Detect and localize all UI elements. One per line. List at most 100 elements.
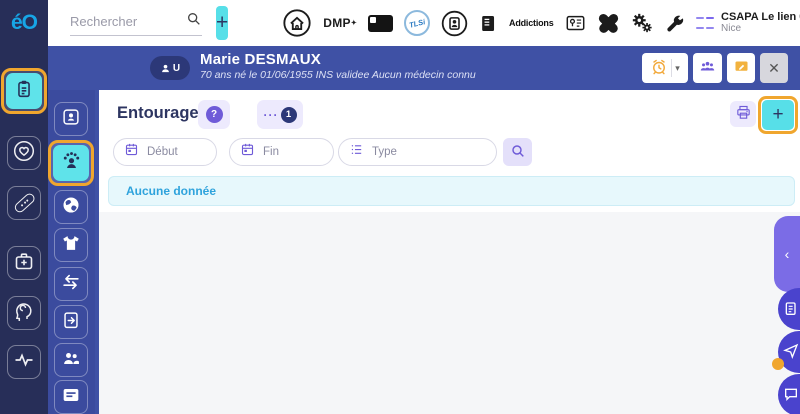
filter-debut xyxy=(113,138,217,166)
filter-search-button[interactable] xyxy=(503,138,532,166)
group-icon xyxy=(698,57,717,79)
sidebar-item-entourage-highlight xyxy=(48,140,94,186)
sidebar-item-globe[interactable] xyxy=(54,190,88,224)
global-search xyxy=(70,11,202,36)
filter-fin-input[interactable] xyxy=(263,146,328,158)
search-icon xyxy=(510,143,526,162)
sidebar-item-transfer[interactable] xyxy=(54,267,88,301)
document-icon xyxy=(783,300,799,318)
card-lines-icon xyxy=(60,384,82,411)
globe-icon xyxy=(60,194,82,221)
banner-actions: ▾ xyxy=(642,53,788,83)
patient-details: 70 ans né le 01/06/1955 INS validee Aucu… xyxy=(200,69,476,81)
org-name: CSAPA Le lien 06 xyxy=(721,12,800,23)
patient-name: Marie DESMAUX xyxy=(200,51,321,68)
sidebar-item-clipboard-arrow[interactable] xyxy=(54,305,88,339)
sidebar-item-tshirt[interactable] xyxy=(54,228,88,262)
app-window: éO xyxy=(0,0,800,414)
black-card-icon[interactable] xyxy=(368,15,393,32)
note-edit-button[interactable] xyxy=(727,53,755,83)
chevron-down-icon: ▾ xyxy=(675,63,680,74)
patient-badge[interactable]: U xyxy=(150,56,190,80)
org-city: Nice xyxy=(721,23,800,34)
app-logo[interactable]: éO xyxy=(0,0,48,46)
section-menu-button[interactable]: ··· 1 xyxy=(257,100,303,129)
sidebar-item-records-highlight xyxy=(1,68,47,114)
filter-debut-input[interactable] xyxy=(147,146,211,158)
question-icon: ? xyxy=(206,106,223,123)
search-icon[interactable] xyxy=(186,11,202,32)
sidebar-item-head-heart[interactable] xyxy=(7,136,41,170)
empty-message: Aucune donnée xyxy=(126,184,216,198)
sidebar-item-records[interactable] xyxy=(6,73,42,109)
home-icon[interactable] xyxy=(282,8,312,38)
search-input[interactable] xyxy=(70,14,186,29)
bandage-icon xyxy=(12,192,35,214)
filter-fin xyxy=(229,138,334,166)
first-aid-kit-icon xyxy=(12,249,36,278)
collapse-panel-tab[interactable]: ‹ xyxy=(774,216,800,292)
global-add-button[interactable]: + xyxy=(216,6,228,40)
map-location-icon[interactable] xyxy=(565,14,586,33)
logo-text: éO xyxy=(11,11,37,35)
calendar-icon xyxy=(240,142,255,162)
topbar: + DMP✦ TLSi xyxy=(48,0,800,46)
reminder-button[interactable]: ▾ xyxy=(642,53,688,83)
print-button[interactable] xyxy=(730,101,756,127)
add-entry-highlight: + xyxy=(758,96,798,134)
entourage-group-icon xyxy=(60,149,83,177)
clipboard-icon xyxy=(13,78,35,105)
section-help-button[interactable]: ? xyxy=(198,100,230,129)
sidebar-item-bandage[interactable] xyxy=(7,186,41,220)
topbar-icons: DMP✦ TLSi Addictions xyxy=(282,8,714,38)
head-profile-icon xyxy=(12,299,36,328)
sidebar-item-card-lines[interactable] xyxy=(54,380,88,414)
sidebar-item-head-profile[interactable] xyxy=(7,296,41,330)
wrench-icon[interactable] xyxy=(664,13,685,34)
filter-type xyxy=(338,138,497,166)
list-icon xyxy=(349,142,364,162)
gears-icon[interactable] xyxy=(631,12,653,34)
outer-sidebar: éO xyxy=(0,0,48,414)
two-people-icon xyxy=(60,347,82,374)
notification-dot xyxy=(772,358,784,370)
clipboard-arrow-icon xyxy=(60,309,82,336)
sidebar-item-id-badge[interactable] xyxy=(54,102,88,136)
inner-sidebar xyxy=(48,90,95,414)
chat-icon xyxy=(783,386,799,402)
add-entry-button[interactable]: + xyxy=(762,100,794,130)
printer-icon xyxy=(735,104,752,124)
menu-count-badge: 1 xyxy=(281,107,297,123)
relations-button[interactable] xyxy=(693,53,722,83)
directory-icon[interactable] xyxy=(479,13,498,34)
apps-grid-icon[interactable] xyxy=(696,14,715,33)
sidebar-item-first-aid[interactable] xyxy=(7,246,41,280)
head-heart-icon xyxy=(12,139,36,168)
calendar-icon xyxy=(124,142,139,162)
divider xyxy=(671,59,672,77)
sidebar-item-two-people[interactable] xyxy=(54,343,88,377)
close-patient-button[interactable]: ✕ xyxy=(760,53,788,83)
page-title: Entourage xyxy=(117,104,199,123)
filter-type-input[interactable] xyxy=(372,146,475,158)
bandages-icon[interactable] xyxy=(597,12,620,35)
dmp-icon[interactable]: DMP✦ xyxy=(323,16,357,30)
sidebar-item-pulse[interactable] xyxy=(7,345,41,379)
organization[interactable]: CSAPA Le lien 06 Nice xyxy=(721,12,800,34)
filter-row xyxy=(95,138,800,166)
transfer-arrows-icon xyxy=(60,271,82,298)
note-edit-icon xyxy=(733,58,750,78)
main-content: Entourage ? ··· 1 + xyxy=(95,90,800,414)
send-icon xyxy=(783,343,799,359)
addictions-icon[interactable]: Addictions xyxy=(509,19,554,28)
sidebar-item-entourage[interactable] xyxy=(53,145,89,181)
patient-record-icon[interactable] xyxy=(441,10,468,37)
chevron-left-icon: ‹ xyxy=(785,246,790,262)
person-icon xyxy=(160,63,171,74)
patient-banner: U Marie DESMAUX 70 ans né le 01/06/1955 … xyxy=(48,46,800,90)
t-shirt-icon xyxy=(60,232,82,259)
tlsi-logo[interactable]: TLSi xyxy=(404,10,430,36)
patient-badge-letter: U xyxy=(173,63,180,74)
alarm-icon xyxy=(650,58,668,79)
ellipsis-icon: ··· xyxy=(264,108,279,122)
